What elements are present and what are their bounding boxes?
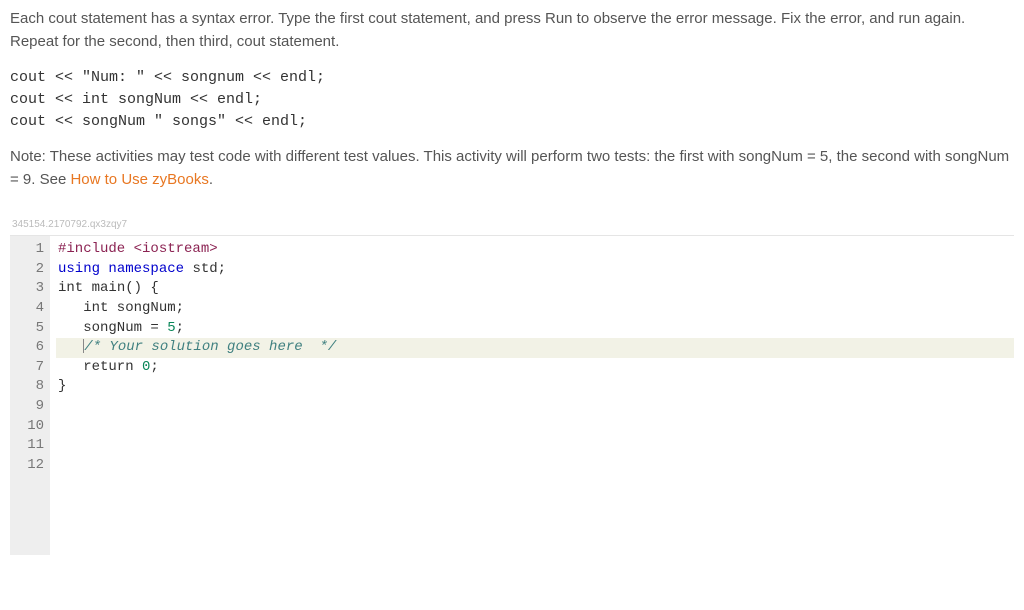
gutter-line: 2 <box>20 260 44 280</box>
watermark-id: 345154.2170792.qx3zqy7 <box>12 217 1014 232</box>
gutter-line: 11 <box>20 436 44 456</box>
example-line-3: cout << songNum " songs" << endl; <box>10 113 307 130</box>
gutter-line: 1 <box>20 240 44 260</box>
instructions-paragraph-1: Each cout statement has a syntax error. … <box>10 8 1014 53</box>
code-line-12: } <box>56 377 1014 397</box>
code-line-4: int main() { <box>56 279 1014 299</box>
note-suffix: . <box>209 171 213 188</box>
code-line-1: #include <iostream> <box>56 240 1014 260</box>
gutter-line: 5 <box>20 319 44 339</box>
gutter-line: 4 <box>20 299 44 319</box>
code-editor[interactable]: 1 2 3 4 5 6 7 8 9 10 11 12 #include <ios… <box>10 235 1014 555</box>
line-number-gutter: 1 2 3 4 5 6 7 8 9 10 11 12 <box>10 236 50 555</box>
gutter-line: 6 <box>20 338 44 358</box>
code-line-11: return 0; <box>56 358 1014 378</box>
note-paragraph: Note: These activities may test code wit… <box>10 146 1014 191</box>
gutter-line: 12 <box>20 456 44 476</box>
code-line-2: using namespace std; <box>56 260 1014 280</box>
code-line-5: int songNum; <box>56 299 1014 319</box>
zybooks-link[interactable]: How to Use zyBooks <box>70 171 208 188</box>
example-line-1: cout << "Num: " << songnum << endl; <box>10 69 325 86</box>
gutter-line: 9 <box>20 397 44 417</box>
code-line-9-highlighted: /* Your solution goes here */ <box>56 338 1014 358</box>
example-line-2: cout << int songNum << endl; <box>10 91 262 108</box>
gutter-line: 10 <box>20 417 44 437</box>
gutter-line: 8 <box>20 377 44 397</box>
code-line-7: songNum = 5; <box>56 319 1014 339</box>
code-examples-block: cout << "Num: " << songnum << endl; cout… <box>10 67 1014 132</box>
code-content[interactable]: #include <iostream> using namespace std;… <box>50 236 1014 555</box>
gutter-line: 3 <box>20 279 44 299</box>
gutter-line: 7 <box>20 358 44 378</box>
